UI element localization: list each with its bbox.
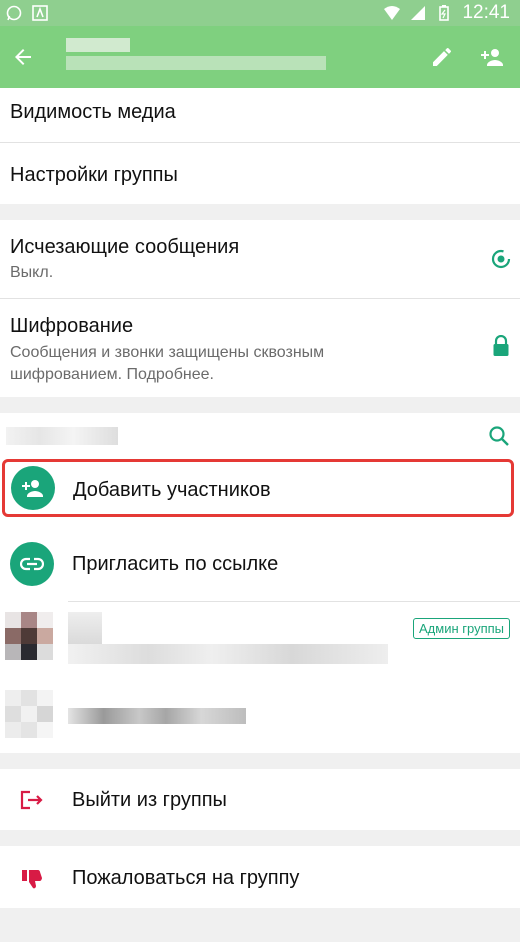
encryption-label: Шифрование [10, 315, 134, 337]
admin-badge: Админ группы [413, 618, 510, 639]
participants-count-pixelated [6, 427, 118, 445]
app-bar [0, 26, 520, 88]
signal-icon [411, 6, 426, 20]
report-group-section: Пожаловаться на группу [0, 846, 520, 908]
leave-group-label: Выйти из группы [72, 789, 227, 811]
invite-link-row[interactable]: Пригласить по ссылке [0, 531, 520, 601]
encryption-description: Сообщения и звонки защищены сквозным шиф… [10, 344, 325, 383]
edit-pencil-icon[interactable] [430, 45, 454, 69]
battery-icon [439, 5, 450, 21]
media-visibility-row[interactable]: Видимость медиа [0, 88, 520, 142]
whatsapp-icon [6, 5, 22, 21]
add-participant-avatar [11, 466, 55, 510]
leave-group-row[interactable]: Выйти из группы [0, 769, 520, 830]
participant-name-pixelated [68, 708, 246, 724]
thumbs-down-icon [22, 870, 42, 889]
link-icon [20, 557, 44, 571]
participants-header [0, 413, 520, 457]
avatar [5, 612, 53, 660]
add-participants-row[interactable]: Добавить участников [2, 459, 514, 517]
group-settings-label: Настройки группы [10, 164, 178, 186]
wifi-icon [384, 6, 401, 20]
media-visibility-label: Видимость медиа [10, 101, 176, 123]
back-button[interactable] [0, 45, 46, 69]
leave-group-section: Выйти из группы [0, 769, 520, 830]
add-person-icon[interactable] [478, 45, 506, 69]
disappearing-messages-label: Исчезающие сообщения [10, 236, 240, 258]
exit-icon [20, 790, 43, 810]
clock: 12:41 [462, 2, 510, 23]
status-bar: 12:41 [0, 0, 520, 26]
report-group-label: Пожаловаться на группу [72, 867, 300, 889]
search-icon[interactable] [488, 425, 510, 447]
encryption-row[interactable]: Шифрование Сообщения и звонки защищены с… [0, 299, 520, 397]
arrow-back-icon [15, 49, 31, 65]
participant-status-pixelated [68, 644, 388, 664]
add-participants-label: Добавить участников [73, 479, 271, 501]
group-settings-row[interactable]: Настройки группы [0, 143, 520, 203]
report-group-row[interactable]: Пожаловаться на группу [0, 846, 520, 908]
invite-link-avatar [10, 542, 54, 586]
participant-row[interactable]: Админ группы [0, 602, 520, 678]
disappearing-messages-row[interactable]: Исчезающие сообщения Выкл. [0, 220, 520, 298]
invite-link-label: Пригласить по ссылке [72, 553, 279, 575]
avatar [5, 690, 53, 738]
disappearing-messages-status: Выкл. [10, 264, 54, 281]
media-settings-section: Видимость медиа Настройки группы [0, 88, 520, 204]
timer-icon [491, 249, 511, 269]
add-person-icon [22, 480, 43, 497]
participant-name-pixelated [68, 612, 102, 644]
participant-row[interactable] [0, 678, 520, 753]
privacy-section: Исчезающие сообщения Выкл. Шифрование Со… [0, 220, 520, 397]
app-notification-icon [32, 5, 48, 21]
participants-section: Добавить участников Пригласить по ссылке… [0, 413, 520, 753]
lock-icon [493, 335, 509, 356]
